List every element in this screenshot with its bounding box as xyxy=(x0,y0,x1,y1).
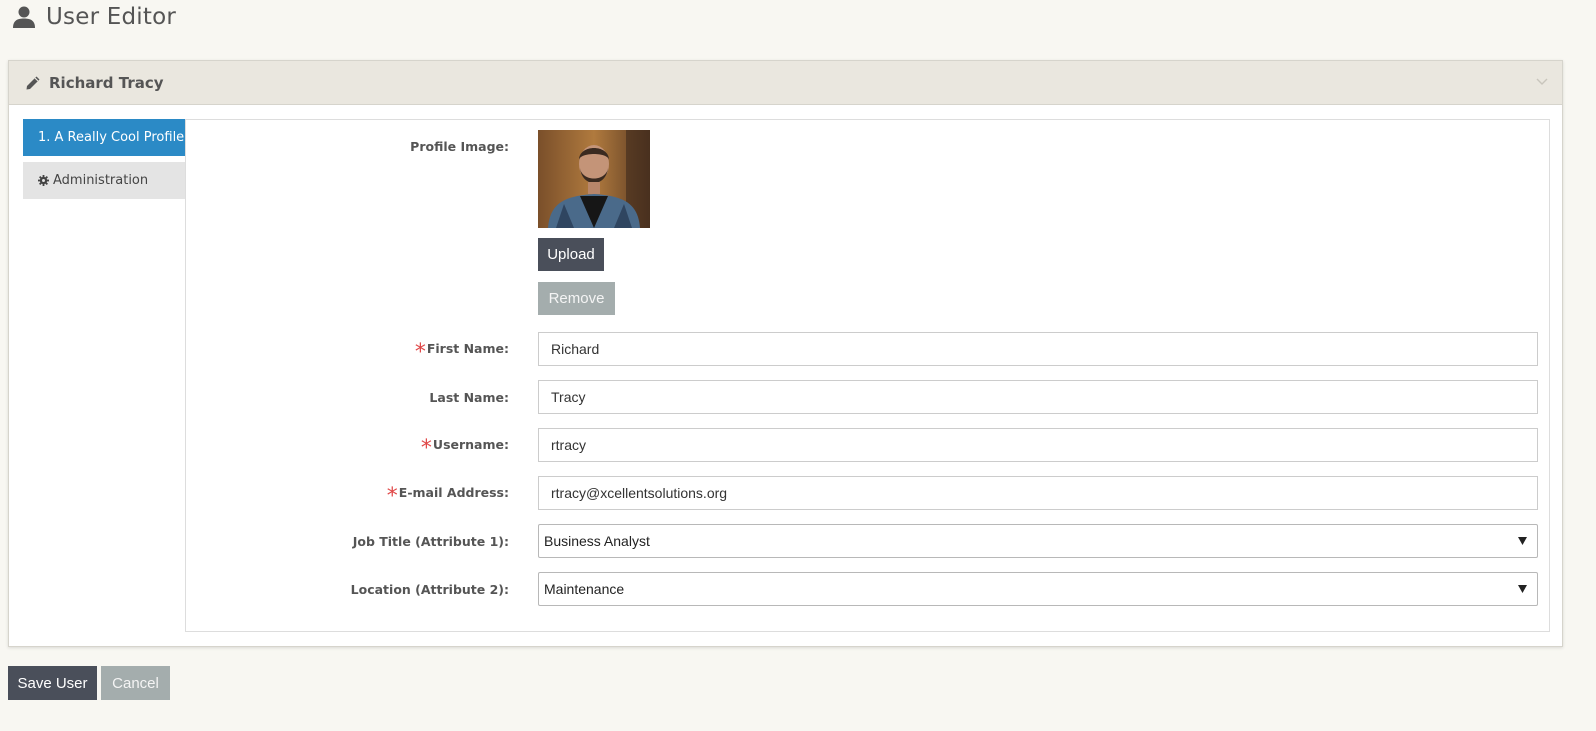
username-label: *Username: xyxy=(420,436,509,461)
username-field[interactable] xyxy=(538,428,1538,462)
page-header: User Editor xyxy=(12,0,176,34)
page-title: User Editor xyxy=(46,4,177,30)
upload-button[interactable]: Upload xyxy=(538,238,604,271)
location-label: Location (Attribute 2): xyxy=(350,582,509,597)
last-name-label: Last Name: xyxy=(429,390,509,405)
remove-button[interactable]: Remove xyxy=(538,282,615,315)
panel-title: Richard Tracy xyxy=(49,73,164,92)
job-title-label: Job Title (Attribute 1): xyxy=(352,534,509,549)
tab-list: 1. A Really Cool Profile Administration xyxy=(23,119,185,205)
save-user-button[interactable]: Save User xyxy=(8,666,97,700)
caret-down-icon xyxy=(1518,585,1527,593)
location-select[interactable]: Maintenance xyxy=(538,572,1538,606)
user-panel: Richard Tracy 1. A Really Cool Profile A… xyxy=(8,60,1563,647)
user-icon xyxy=(13,6,35,28)
location-value: Maintenance xyxy=(544,581,625,597)
pencil-icon xyxy=(26,76,40,89)
required-asterisk: * xyxy=(420,436,432,461)
job-title-select[interactable]: Business Analyst xyxy=(538,524,1538,558)
panel-heading: Richard Tracy xyxy=(9,61,1562,105)
profile-image xyxy=(538,130,650,228)
gear-icon xyxy=(38,175,49,186)
required-asterisk: * xyxy=(386,484,398,509)
chevron-down-icon[interactable] xyxy=(1536,75,1548,87)
email-label: *E-mail Address: xyxy=(386,484,509,509)
first-name-field[interactable] xyxy=(538,332,1538,366)
email-field[interactable] xyxy=(538,476,1538,510)
tab-profile-label: 1. A Really Cool Profile xyxy=(38,130,185,145)
first-name-label: *First Name: xyxy=(414,340,509,365)
required-asterisk: * xyxy=(414,340,426,365)
job-title-value: Business Analyst xyxy=(544,533,650,549)
caret-down-icon xyxy=(1518,537,1527,545)
cancel-button[interactable]: Cancel xyxy=(101,666,170,700)
profile-image-label: Profile Image: xyxy=(410,139,509,154)
last-name-field[interactable] xyxy=(538,380,1538,414)
tab-administration[interactable]: Administration xyxy=(23,162,185,199)
profile-form: Profile Image: Upload Remove *First Name… xyxy=(185,119,1550,632)
tab-profile[interactable]: 1. A Really Cool Profile xyxy=(23,119,185,156)
tab-administration-label: Administration xyxy=(53,173,149,188)
